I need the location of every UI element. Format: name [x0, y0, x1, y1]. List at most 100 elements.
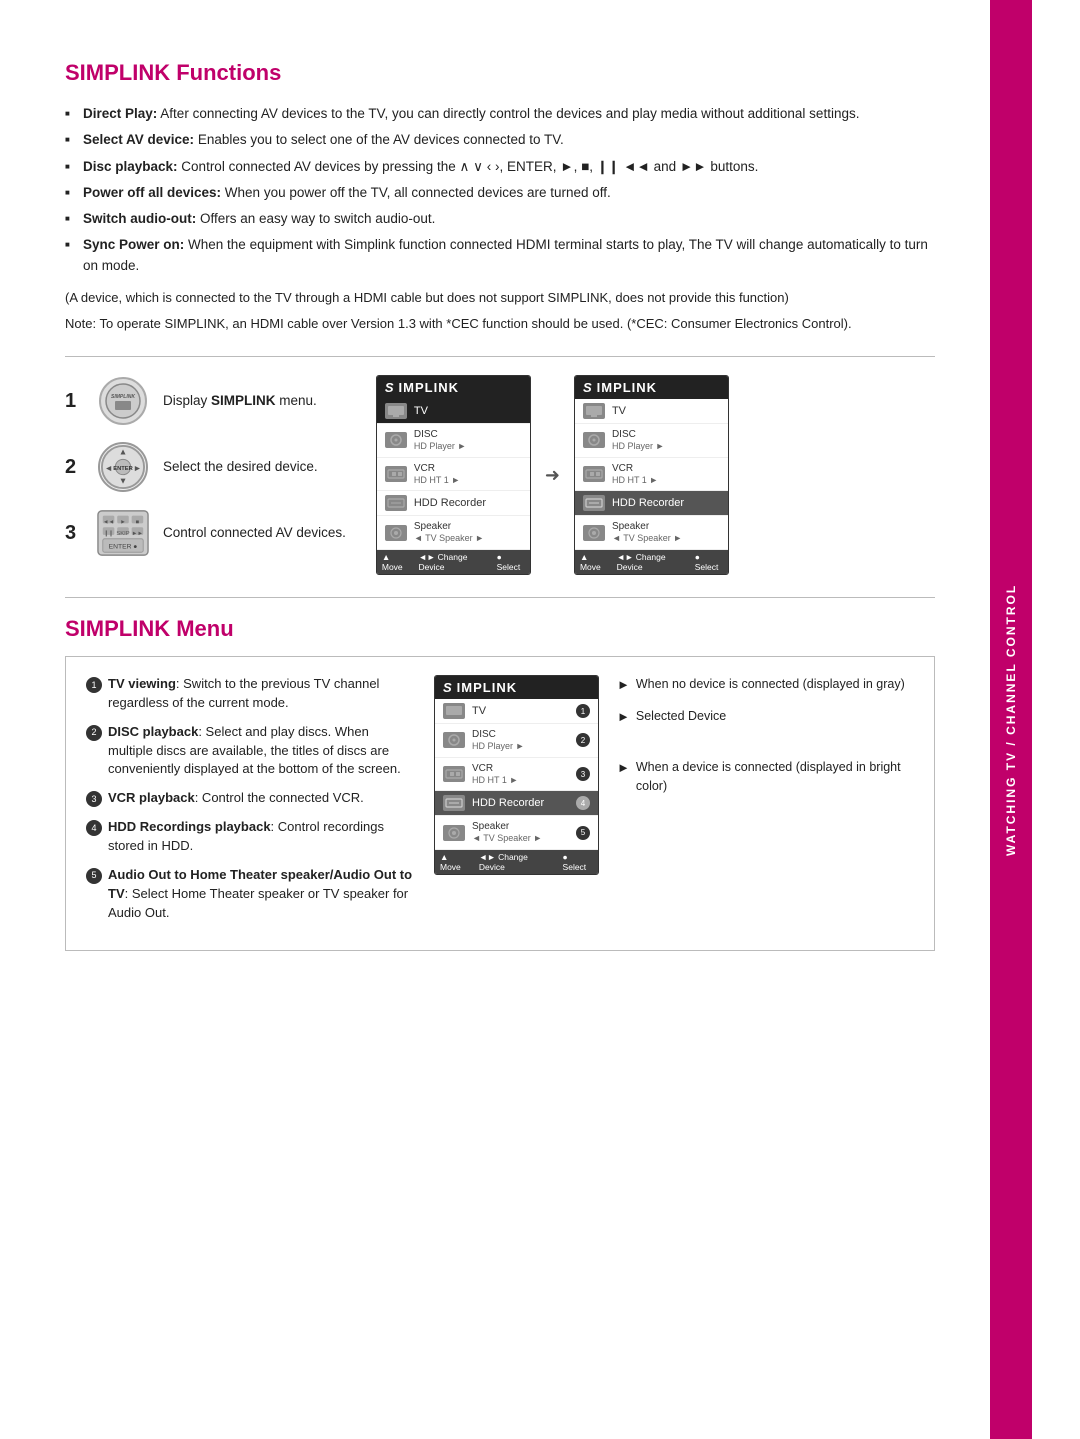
legend-item-3: ► When a device is connected (displayed … — [617, 758, 914, 796]
menu-list-item-2: 2 DISC playback: Select and play discs. … — [86, 723, 416, 780]
bullet-direct-play: Direct Play: After connecting AV devices… — [65, 104, 935, 124]
bullet-label-2: Select AV device: — [83, 132, 194, 147]
step-desc-2: Select the desired device. — [163, 458, 318, 477]
page-container: SIMPLINK Functions Direct Play: After co… — [0, 0, 1080, 1439]
menu-item3-hdd: HDD Recorder 4 — [435, 791, 598, 816]
bullet-label-6: Sync Power on: — [83, 237, 184, 252]
menu-list-item-4: 4 HDD Recordings playback: Control recor… — [86, 818, 416, 856]
badge-5: 5 — [576, 826, 590, 840]
legend-arrow-1: ► — [617, 675, 630, 695]
num-circle-4: 4 — [86, 820, 102, 836]
num-circle-1: 1 — [86, 677, 102, 693]
svg-text:ENTER: ENTER — [113, 466, 133, 472]
divider-2 — [65, 597, 935, 598]
legend-text-1: When no device is connected (displayed i… — [636, 675, 905, 694]
simplink-menu-title: SIMPLINK Menu — [65, 616, 935, 642]
menu-item3-speaker: Speaker◄ TV Speaker ► 5 — [435, 816, 598, 850]
svg-text:►: ► — [120, 519, 126, 525]
step-row-2: 2 ▲ ▼ ◄ ► ENT — [65, 441, 346, 493]
simplink-menu-2: Simplink TV DISCHD Player ► — [574, 375, 729, 575]
enter-button[interactable]: ▲ ▼ ◄ ► ENTER — [98, 442, 148, 492]
hdd-icon-2 — [583, 495, 605, 511]
bullet-label-1: Direct Play: — [83, 106, 157, 121]
step-icon-3: ◄◄ ► ■ ❙❙ SKIP ►► ENTER ● — [97, 507, 149, 559]
steps-menus: Simplink TV DISCHD Player ► — [376, 375, 729, 575]
legend-text-3: When a device is connected (displayed in… — [636, 758, 914, 796]
step-row-1: 1 SIMPLINK Display SIMPLINK menu. — [65, 375, 346, 427]
menu-list-item-3: 3 VCR playback: Control the connected VC… — [86, 789, 416, 808]
bullet-sync-power: Sync Power on: When the equipment with S… — [65, 235, 935, 276]
svg-text:❙❙: ❙❙ — [104, 530, 114, 537]
simplink-functions-title: SIMPLINK Functions — [65, 60, 935, 86]
note1: (A device, which is connected to the TV … — [65, 288, 935, 308]
svg-text:►: ► — [133, 463, 142, 473]
legend-text-2: Selected Device — [636, 707, 726, 726]
menu-list-item-1: 1 TV viewing: Switch to the previous TV … — [86, 675, 416, 713]
step-row-3: 3 — [65, 507, 346, 559]
menu-header-1: Simplink — [377, 376, 530, 399]
step-desc-3: Control connected AV devices. — [163, 524, 346, 543]
steps-left: 1 SIMPLINK Display SIMPLINK menu. — [65, 375, 346, 559]
menu-item-vcr-1: VCRHD HT 1 ► — [377, 458, 530, 492]
step-icon-2: ▲ ▼ ◄ ► ENTER — [97, 441, 149, 493]
speaker-icon-1 — [385, 525, 407, 541]
bullet-label-4: Power off all devices: — [83, 185, 221, 200]
bullet-list: Direct Play: After connecting AV devices… — [65, 104, 935, 276]
menu-item3-disc: DISCHD Player ► 2 — [435, 724, 598, 758]
bullet-label-3: Disc playback: — [83, 159, 178, 174]
menu-item3-vcr: VCRHD HT 1 ► 3 — [435, 758, 598, 792]
menu-item-vcr-2: VCRHD HT 1 ► — [575, 458, 728, 492]
menu-list-item-5: 5 Audio Out to Home Theater speaker/Audi… — [86, 866, 416, 923]
main-content: SIMPLINK Functions Direct Play: After co… — [0, 0, 990, 1439]
bullet-label-5: Switch audio-out: — [83, 211, 196, 226]
menu-item-speaker-2: Speaker◄ TV Speaker ► — [575, 516, 728, 550]
badge-4: 4 — [576, 796, 590, 810]
svg-text:SIMPLINK: SIMPLINK — [111, 394, 135, 400]
vcr-icon-3 — [443, 766, 465, 782]
simplink-button[interactable]: SIMPLINK — [99, 377, 147, 425]
tv-icon-2 — [583, 403, 605, 419]
menu-item-tv-2: TV — [575, 399, 728, 424]
step-desc-1: Display SIMPLINK menu. — [163, 392, 317, 411]
num-circle-3: 3 — [86, 791, 102, 807]
menu-arrow: ➜ — [545, 465, 560, 486]
menu-item-tv-1: TV — [377, 399, 530, 424]
note2: Note: To operate SIMPLINK, an HDMI cable… — [65, 314, 935, 334]
svg-text:▼: ▼ — [119, 475, 128, 485]
legend-item-1: ► When no device is connected (displayed… — [617, 675, 914, 695]
speaker-icon-2 — [583, 525, 605, 541]
badge-2: 2 — [576, 733, 590, 747]
bullet-disc-playback: Disc playback: Control connected AV devi… — [65, 157, 935, 177]
svg-text:▲: ▲ — [119, 447, 128, 457]
badge-1: 1 — [576, 704, 590, 718]
step-number-1: 1 — [65, 390, 83, 413]
hdd-icon-3 — [443, 795, 465, 811]
badge-3: 3 — [576, 767, 590, 781]
num-circle-5: 5 — [86, 868, 102, 884]
menu-item-hdd-2: HDD Recorder — [575, 491, 728, 516]
svg-text:◄: ◄ — [104, 463, 113, 473]
step-number-2: 2 — [65, 456, 83, 479]
hdd-icon-1 — [385, 495, 407, 511]
menu-item-disc-2: DISCHD Player ► — [575, 424, 728, 458]
num-circle-2: 2 — [86, 725, 102, 741]
menu-item3-tv: TV 1 — [435, 699, 598, 724]
menu-legend: ► When no device is connected (displayed… — [617, 675, 914, 808]
speaker-icon-3 — [443, 825, 465, 841]
vcr-icon-1 — [385, 466, 407, 482]
svg-text:■: ■ — [136, 519, 140, 525]
svg-text:◄◄: ◄◄ — [103, 519, 114, 525]
legend-item-2: ► Selected Device — [617, 707, 914, 727]
menu-header-2: Simplink — [575, 376, 728, 399]
step-number-3: 3 — [65, 522, 83, 545]
menu-section-box: 1 TV viewing: Switch to the previous TV … — [65, 656, 935, 951]
bullet-switch-audio: Switch audio-out: Offers an easy way to … — [65, 209, 935, 229]
simplink-menu-3: Simplink TV 1 DISCHD Player ► — [434, 675, 599, 875]
menu-footer-3: ▲ Move ◄► Change Device ● Select — [435, 850, 598, 874]
legend-arrow-2: ► — [617, 707, 630, 727]
menu-item-speaker-1: Speaker◄ TV Speaker ► — [377, 516, 530, 550]
legend-arrow-3: ► — [617, 758, 630, 778]
disc-icon-3 — [443, 732, 465, 748]
simplink-menu-1: Simplink TV DISCHD Player ► — [376, 375, 531, 575]
svg-text:SKIP: SKIP — [116, 531, 129, 537]
